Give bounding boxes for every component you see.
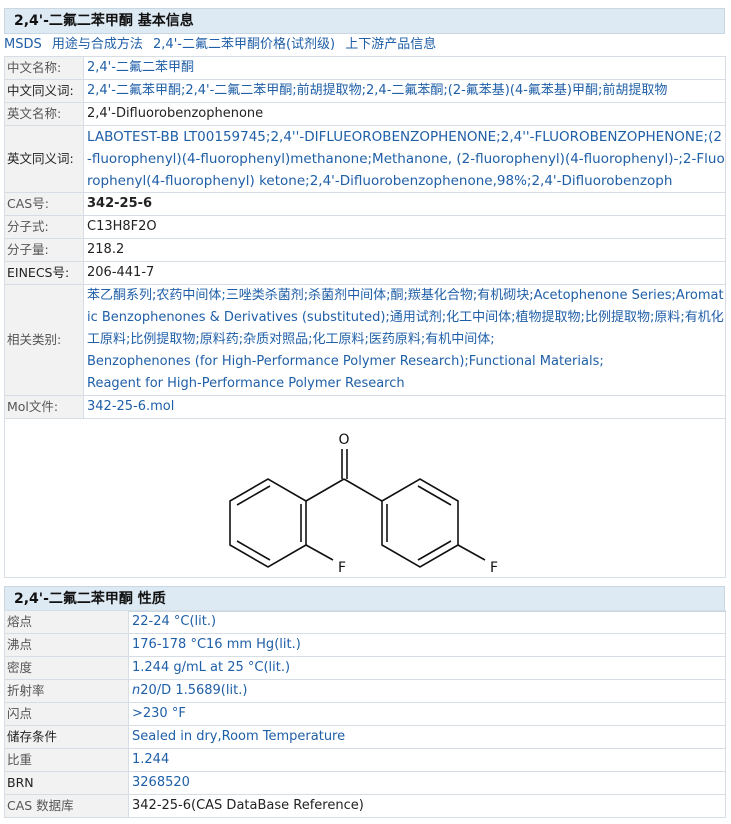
refractive-index-symbol: n xyxy=(132,683,141,698)
table-row: 闪点 >230 °F xyxy=(4,702,726,726)
categories-line[interactable]: Benzophenones (for High-Performance Poly… xyxy=(87,351,725,373)
row-label: 中文名称: xyxy=(4,56,84,80)
table-row: O F F xyxy=(4,418,726,578)
categories-value[interactable]: 苯乙酮系列;农药中间体;三唑类杀菌剂;杀菌剂中间体;酮;羰基化合物;有机砌块;A… xyxy=(83,284,726,396)
properties-table: 熔点 22-24 °C(lit.) 沸点 176-178 °C16 mm Hg(… xyxy=(4,610,726,818)
row-label: 相关类别: xyxy=(4,284,84,396)
brn-value: 3268520 xyxy=(128,771,726,795)
table-row: 沸点 176-178 °C16 mm Hg(lit.) xyxy=(4,633,726,657)
density-value: 1.244 g/mL at 25 °C(lit.) xyxy=(128,656,726,680)
table-row: 相关类别: 苯乙酮系列;农药中间体;三唑类杀菌剂;杀菌剂中间体;酮;羰基化合物;… xyxy=(4,284,726,396)
price-link[interactable]: 2,4'-二氟二苯甲酮价格(试剂级) xyxy=(153,37,335,52)
molecular-weight-value: 218.2 xyxy=(83,238,726,262)
table-row: BRN 3268520 xyxy=(4,771,726,795)
basic-info-title: 2,4'-二氟二苯甲酮 基本信息 xyxy=(4,8,725,34)
mol-file-link[interactable]: 342-25-6.mol xyxy=(83,395,726,419)
cas-number-value: 342-25-6 xyxy=(83,192,726,216)
english-name-value: 2,4'-Difluorobenzophenone xyxy=(83,102,726,126)
row-label: 熔点 xyxy=(4,610,129,634)
storage-value: Sealed in dry,Room Temperature xyxy=(128,725,726,749)
boiling-point-value: 176-178 °C16 mm Hg(lit.) xyxy=(128,633,726,657)
table-row: Mol文件: 342-25-6.mol xyxy=(4,395,726,419)
refractive-index-text: 20/D 1.5689(lit.) xyxy=(140,683,248,698)
table-row: 分子式: C13H8F2O xyxy=(4,215,726,239)
oxygen-label: O xyxy=(338,432,349,448)
table-row: CAS号: 342-25-6 xyxy=(4,192,726,216)
cas-database-link[interactable]: 342-25-6(CAS DataBase Reference) xyxy=(128,794,726,818)
row-label: 储存条件 xyxy=(4,725,129,749)
categories-line[interactable]: 苯乙酮系列;农药中间体;三唑类杀菌剂;杀菌剂中间体;酮;羰基化合物;有机砌块;A… xyxy=(87,286,725,352)
row-label: EINECS号: xyxy=(4,261,84,285)
table-row: 分子量: 218.2 xyxy=(4,238,726,262)
english-synonyms-value[interactable]: LABOTEST-BB LT00159745;2,4''-DIFLUEOROBE… xyxy=(83,125,726,193)
fluorine-label-left: F xyxy=(338,560,346,576)
table-row: 英文同义词: LABOTEST-BB LT00159745;2,4''-DIFL… xyxy=(4,125,726,193)
table-row: 中文名称: 2,4'-二氟二苯甲酮 xyxy=(4,56,726,80)
table-row: 密度 1.244 g/mL at 25 °C(lit.) xyxy=(4,656,726,680)
properties-title: 2,4'-二氟二苯甲酮 性质 xyxy=(4,586,725,612)
row-label: 沸点 xyxy=(4,633,129,657)
table-row: 英文名称: 2,4'-Difluorobenzophenone xyxy=(4,102,726,126)
fluorine-label-right: F xyxy=(490,560,498,576)
basic-info-table: 中文名称: 2,4'-二氟二苯甲酮 中文同义词: 2,4'-二氟苯甲酮;2,4'… xyxy=(4,56,726,578)
structure-cell: O F F xyxy=(4,418,726,578)
row-label: 闪点 xyxy=(4,702,129,726)
specific-gravity-value: 1.244 xyxy=(128,748,726,772)
chinese-synonyms-value[interactable]: 2,4'-二氟苯甲酮;2,4'-二氟二苯甲酮;前胡提取物;2,4-二氟苯酮;(2… xyxy=(83,79,726,103)
row-label: 密度 xyxy=(4,656,129,680)
categories-line[interactable]: Reagent for High-Performance Polymer Res… xyxy=(87,373,725,395)
row-label: 分子式: xyxy=(4,215,84,239)
sublinks-bar: MSDS 用途与合成方法 2,4'-二氟二苯甲酮价格(试剂级) 上下游产品信息 xyxy=(4,34,725,56)
table-row: EINECS号: 206-441-7 xyxy=(4,261,726,285)
flash-point-value: >230 °F xyxy=(128,702,726,726)
table-row: 储存条件 Sealed in dry,Room Temperature xyxy=(4,725,726,749)
row-label: CAS 数据库 xyxy=(4,794,129,818)
refractive-index-value: n20/D 1.5689(lit.) xyxy=(128,679,726,703)
row-label: CAS号: xyxy=(4,192,84,216)
row-label: BRN xyxy=(4,771,129,795)
table-row: CAS 数据库 342-25-6(CAS DataBase Reference) xyxy=(4,794,726,818)
row-label: 折射率 xyxy=(4,679,129,703)
usage-link[interactable]: 用途与合成方法 xyxy=(52,37,143,52)
row-label: 分子量: xyxy=(4,238,84,262)
table-row: 比重 1.244 xyxy=(4,748,726,772)
row-label: Mol文件: xyxy=(4,395,84,419)
structure-image: O F F xyxy=(229,432,498,576)
updown-products-link[interactable]: 上下游产品信息 xyxy=(345,37,436,52)
table-row: 折射率 n20/D 1.5689(lit.) xyxy=(4,679,726,703)
row-label: 英文名称: xyxy=(4,102,84,126)
melting-point-value: 22-24 °C(lit.) xyxy=(128,610,726,634)
chinese-name-link[interactable]: 2,4'-二氟二苯甲酮 xyxy=(83,56,726,80)
msds-link[interactable]: MSDS xyxy=(4,37,42,52)
formula-value: C13H8F2O xyxy=(83,215,726,239)
table-row: 熔点 22-24 °C(lit.) xyxy=(4,610,726,634)
table-row: 中文同义词: 2,4'-二氟苯甲酮;2,4'-二氟二苯甲酮;前胡提取物;2,4-… xyxy=(4,79,726,103)
einecs-value: 206-441-7 xyxy=(83,261,726,285)
row-label: 比重 xyxy=(4,748,129,772)
row-label: 中文同义词: xyxy=(4,79,84,103)
row-label: 英文同义词: xyxy=(4,125,84,193)
